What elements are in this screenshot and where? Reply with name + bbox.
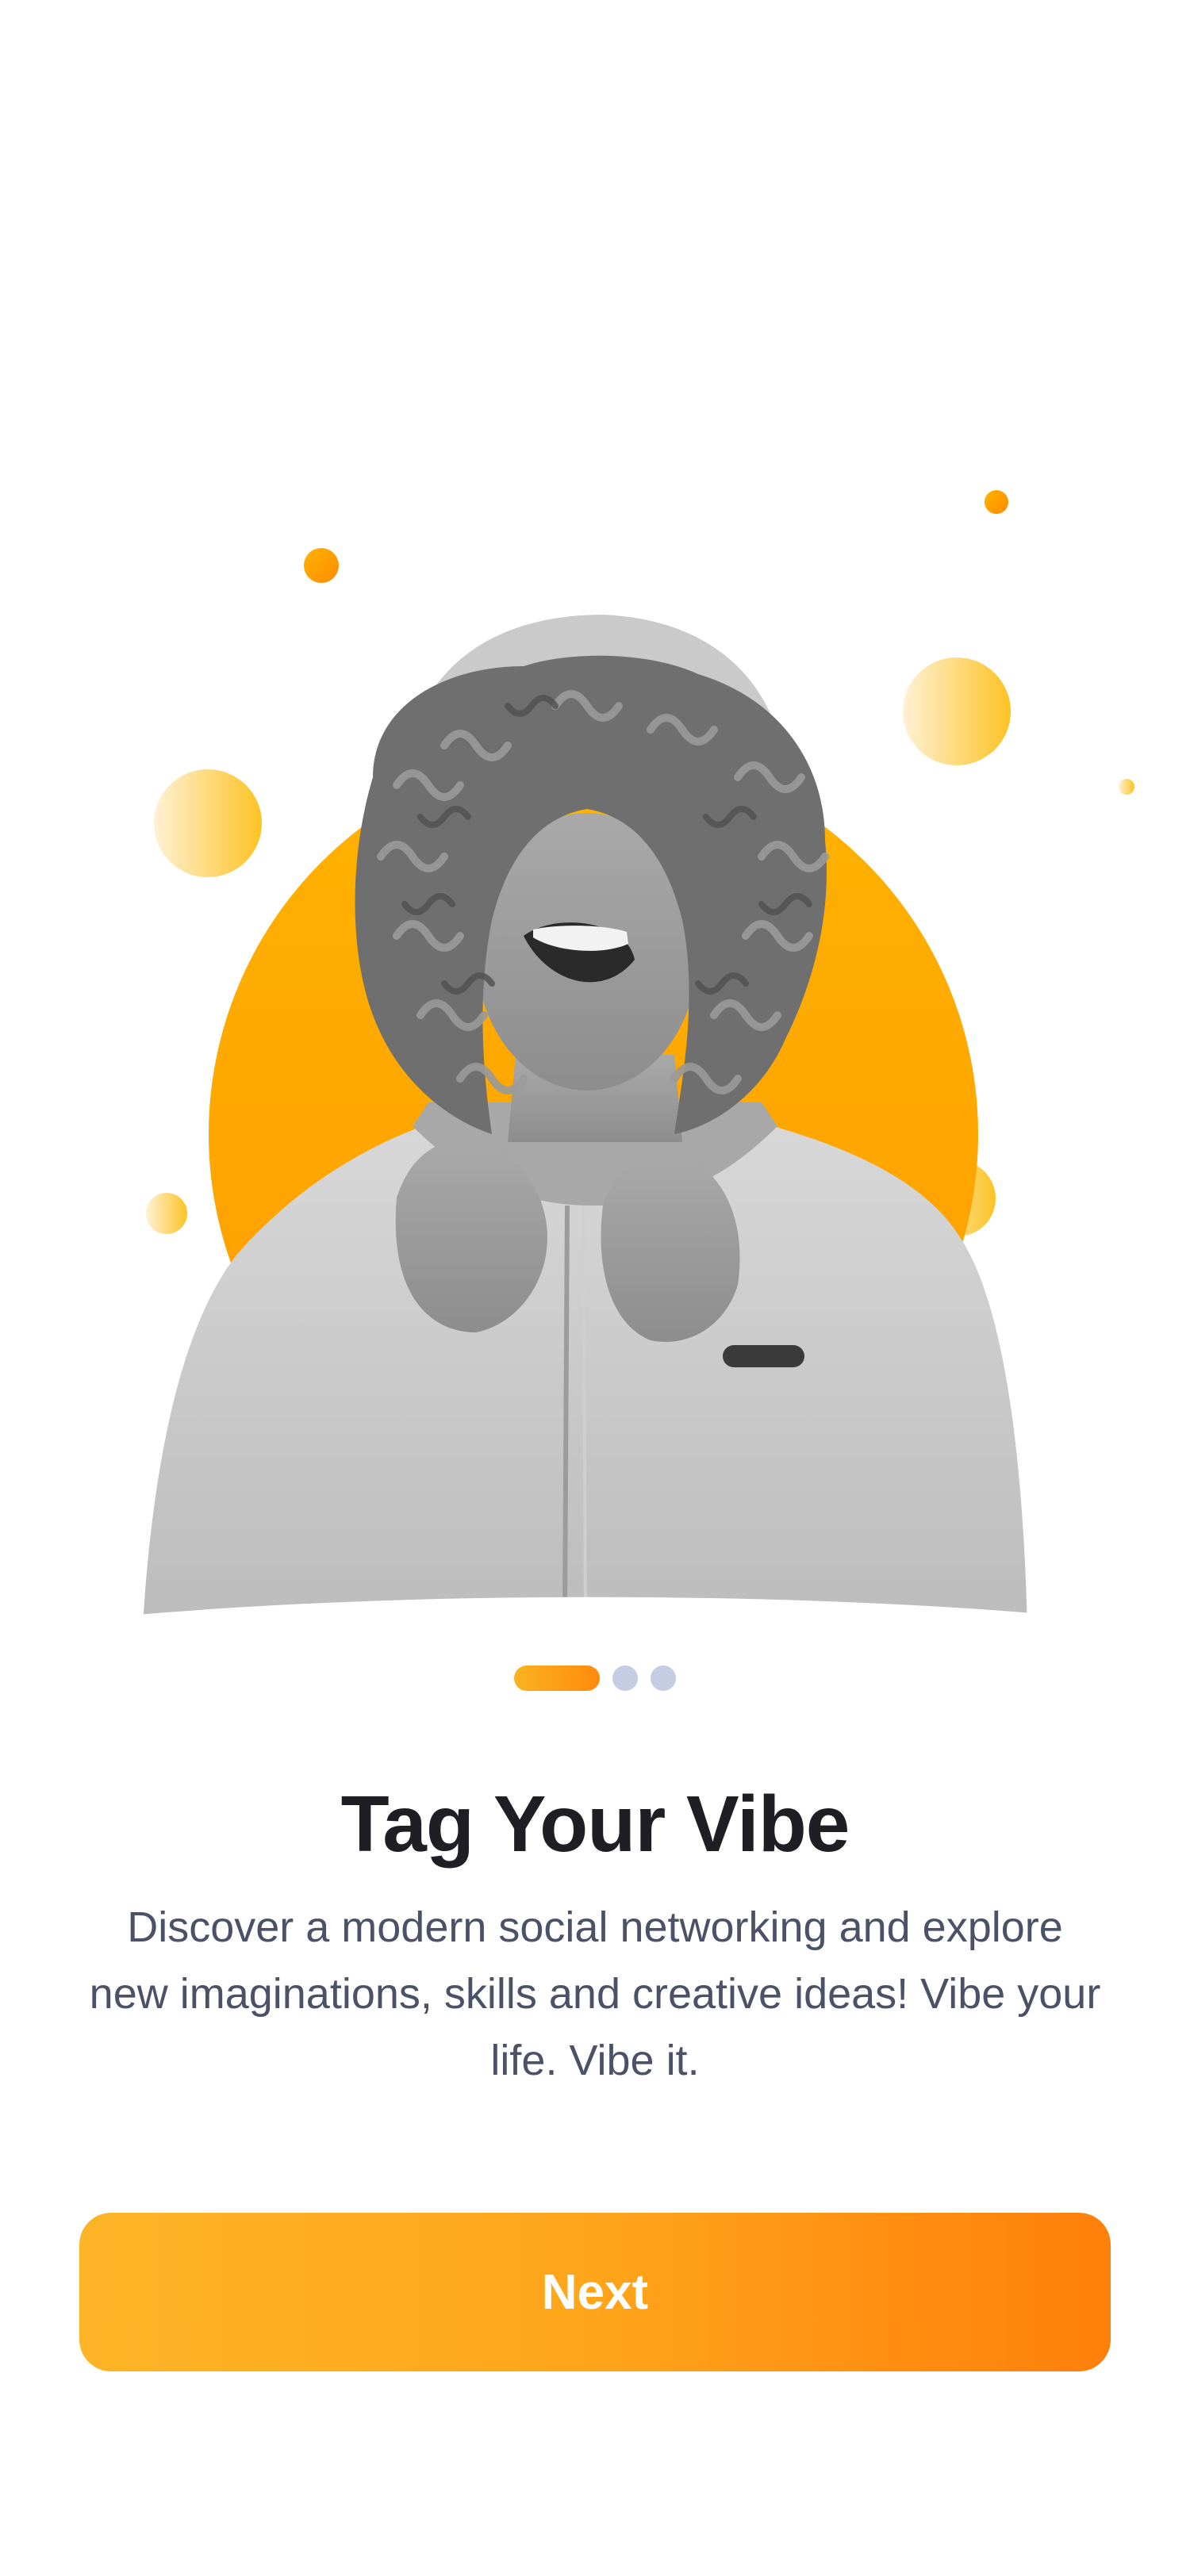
bubble-dot — [1119, 779, 1134, 795]
bubble-dot — [985, 490, 1008, 514]
bubble-dot — [304, 548, 339, 583]
bubble-dot — [146, 1193, 187, 1234]
illustration-svg — [0, 490, 1190, 1634]
bubble-dot — [154, 769, 262, 877]
onboarding-screen: Tag Your Vibe Discover a modern social n… — [0, 0, 1190, 2576]
hero-illustration — [0, 444, 1190, 1634]
page-dot-active[interactable] — [514, 1666, 600, 1691]
page-indicator — [0, 1662, 1190, 1694]
page-dot[interactable] — [612, 1666, 638, 1691]
onboarding-title: Tag Your Vibe — [340, 1780, 850, 1869]
onboarding-description: Discover a modern social networking and … — [89, 1903, 1101, 2084]
bubble-dot — [903, 657, 1011, 765]
next-button[interactable]: Next — [79, 2213, 1111, 2371]
page-dot[interactable] — [651, 1666, 676, 1691]
